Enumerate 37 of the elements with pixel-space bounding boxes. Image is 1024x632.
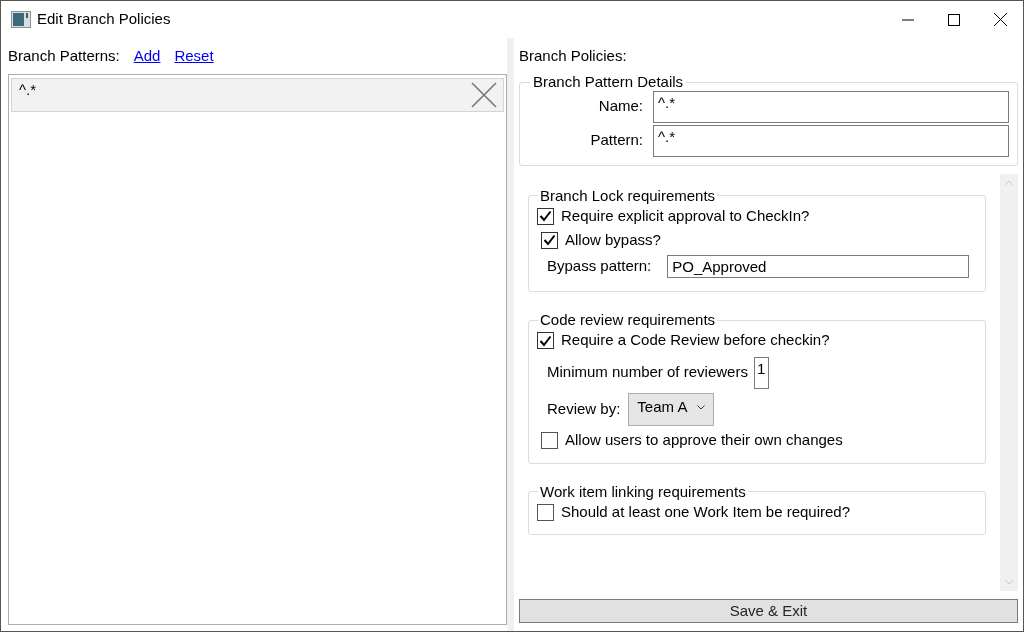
- window-title: Edit Branch Policies: [37, 9, 171, 30]
- field-label: Minimum number of reviewers: [547, 362, 748, 383]
- group-title: Branch Lock requirements: [539, 187, 717, 204]
- text-field[interactable]: PO_Approved: [667, 255, 970, 278]
- checkbox[interactable]: [537, 207, 554, 225]
- text-field[interactable]: ^.*: [653, 124, 1009, 157]
- section-label: Branch Patterns:: [8, 45, 120, 66]
- link[interactable]: Add: [133, 44, 161, 68]
- checkbox-label: Require explicit approval to CheckIn?: [561, 205, 810, 226]
- checkbox[interactable]: [541, 231, 558, 249]
- checkbox[interactable]: [537, 503, 554, 521]
- field-label: Review by:: [547, 398, 621, 419]
- group-title: Branch Pattern Details: [532, 74, 685, 91]
- section-label: Branch Policies:: [519, 45, 627, 66]
- checkbox[interactable]: [541, 432, 558, 449]
- text-field[interactable]: ^.*: [653, 90, 1009, 123]
- remove-button[interactable]: [471, 82, 497, 108]
- save-exit-button[interactable]: Save & Exit: [519, 599, 1018, 623]
- checkbox-label: Should at least one Work Item be required?: [561, 501, 851, 522]
- link[interactable]: Reset: [174, 44, 214, 68]
- group-title: Code review requirements: [539, 312, 717, 329]
- close-icon[interactable]: [993, 13, 1007, 26]
- chevron-icon: [697, 404, 706, 410]
- field-label: Bypass pattern:: [547, 256, 652, 277]
- field-label: Pattern:: [589, 130, 644, 151]
- app-icon: [11, 11, 31, 28]
- maximize-icon[interactable]: [948, 13, 960, 26]
- pattern-text: ^.*: [19, 79, 37, 100]
- field-label: Name:: [597, 96, 644, 117]
- group-title: Work item linking requirements: [539, 483, 747, 500]
- checkbox[interactable]: [537, 332, 554, 349]
- checkbox-label: Allow users to approve their own changes: [565, 430, 843, 451]
- number-field[interactable]: 1: [753, 356, 769, 389]
- checkbox-label: Require a Code Review before checkin?: [561, 330, 830, 351]
- checkbox-label: Allow bypass?: [565, 229, 661, 250]
- pattern-item[interactable]: ^.*: [11, 78, 504, 112]
- dropdown[interactable]: Team A: [628, 392, 715, 426]
